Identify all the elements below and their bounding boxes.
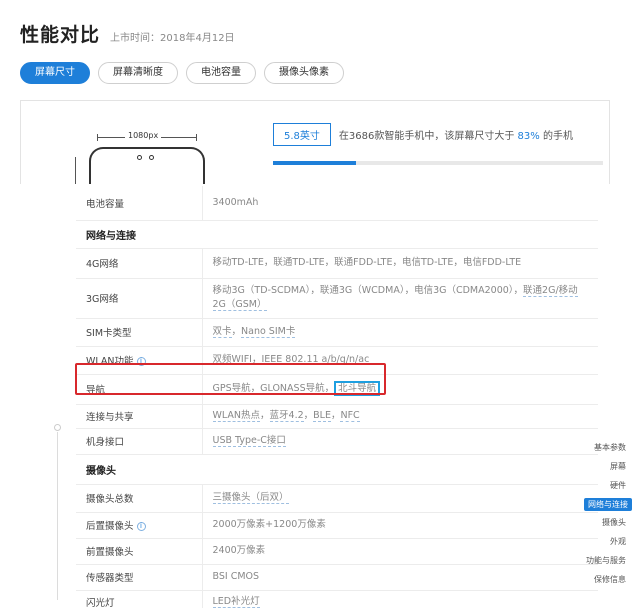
table-row: 机身接口 USB Type-C接口 [76, 428, 598, 455]
table-row: 4G网络 移动TD-LTE，联通TD-LTE，联通FDD-LTE，电信TD-LT… [76, 248, 598, 279]
spec-key: SIM卡类型 [76, 318, 202, 347]
nav-item-hardware[interactable]: 硬件 [610, 480, 626, 491]
spec-link[interactable]: GPS导航 [212, 383, 251, 395]
phone-outline-icon: 1080px [67, 123, 207, 184]
spec-link[interactable]: Nano SIM卡 [241, 326, 296, 338]
spec-value: USB Type-C接口 [201, 428, 598, 455]
spec-link[interactable]: 三摄像头（后双） [212, 492, 289, 504]
table-row: 摄像头总数 三摄像头（后双） [76, 484, 598, 513]
spec-link[interactable]: WLAN热点 [212, 410, 261, 422]
page-header: 性能对比 上市时间：2018年4月12日 [20, 20, 235, 47]
spec-key: 连接与共享 [76, 404, 202, 429]
tab-battery-capacity[interactable]: 电池容量 [186, 62, 256, 84]
spec-key: WLAN功能 i [76, 346, 202, 375]
spec-value: 三摄像头（后双） [201, 484, 598, 513]
camera-dot-icon [137, 155, 142, 160]
tab-screen-resolution[interactable]: 屏幕清晰度 [98, 62, 178, 84]
spec-table-area: 电池容量 3400mAh 网络与连接 4G网络 移动TD-LTE，联通TD-LT… [76, 186, 598, 608]
size-stat: 5.8英寸 在3686款智能手机中，该屏幕尺寸大于 83% 的手机 [273, 123, 573, 146]
size-stat-percent: 83% [517, 131, 540, 142]
size-rank-bar-fill [273, 161, 356, 165]
nav-item-appearance[interactable]: 外观 [610, 536, 626, 547]
nav-item-camera[interactable]: 摄像头 [602, 517, 626, 528]
table-row: 电池容量 3400mAh [76, 186, 598, 221]
section-camera: 摄像头 [76, 454, 598, 485]
spec-link[interactable]: USB Type-C接口 [212, 435, 286, 447]
tab-camera-pixels[interactable]: 摄像头像素 [264, 62, 344, 84]
section-network: 网络与连接 [76, 220, 598, 249]
nav-item-basic[interactable]: 基本参数 [594, 442, 626, 453]
spec-key: 4G网络 [76, 248, 202, 279]
spec-link[interactable]: BLE [313, 410, 331, 422]
spec-link[interactable]: NFC [340, 410, 360, 422]
info-icon[interactable]: i [136, 357, 146, 366]
spec-value: 移动3G（TD-SCDMA），联通3G（WCDMA），电信3G（CDMA2000… [201, 278, 598, 319]
size-stat-text: 在3686款智能手机中，该屏幕尺寸大于 83% 的手机 [338, 131, 573, 142]
section-row: 网络与连接 [76, 220, 598, 249]
table-row: 前置摄像头 2400万像素 [76, 538, 598, 565]
table-row: 传感器类型 BSI CMOS [76, 564, 598, 591]
spec-key: 后置摄像头 i [76, 512, 202, 539]
spec-value: 双卡，Nano SIM卡 [201, 318, 598, 347]
tab-screen-size[interactable]: 屏幕尺寸 [20, 62, 90, 84]
spec-link[interactable]: 联通2G/移动 [523, 285, 578, 297]
spec-link[interactable]: 双卡 [212, 326, 232, 338]
spec-key: 机身接口 [76, 428, 202, 455]
screen-size-panel: 1080px 5.8英寸 在3686款智能手机中，该屏幕尺寸大于 83% 的手机 [20, 100, 610, 184]
spec-value: 2400万像素 [201, 538, 598, 565]
spec-key: 摄像头总数 [76, 484, 202, 513]
spec-value: 3400mAh [201, 186, 598, 221]
table-row: WLAN功能 i 双频WIFI，IEEE 802.11 a/b/g/n/ac [76, 346, 598, 375]
spec-key: 导航 [76, 374, 202, 405]
screen-width-label: 1080px [125, 131, 162, 140]
table-row: 连接与共享 WLAN热点，蓝牙4.2，BLE，NFC [76, 404, 598, 429]
table-row: 导航 GPS导航，GLONASS导航， 北斗导航 [76, 374, 598, 405]
spec-value: 2000万像素+1200万像素 [201, 512, 598, 539]
spec-value: 移动TD-LTE，联通TD-LTE，联通FDD-LTE，电信TD-LTE，电信F… [201, 248, 598, 279]
beidou-highlight: 北斗导航 [334, 381, 381, 396]
spec-value: 双频WIFI，IEEE 802.11 a/b/g/n/ac [201, 346, 598, 375]
info-icon[interactable]: i [136, 522, 146, 531]
spec-value: BSI CMOS [201, 564, 598, 591]
spec-value: LED补光灯 [201, 590, 598, 608]
spec-key: 闪光灯 [76, 590, 202, 608]
spec-link[interactable]: 北斗导航 [338, 383, 377, 395]
spec-value: WLAN热点，蓝牙4.2，BLE，NFC [201, 404, 598, 429]
table-row: SIM卡类型 双卡，Nano SIM卡 [76, 318, 598, 347]
section-row: 摄像头 [76, 454, 598, 485]
spec-table: 电池容量 3400mAh 网络与连接 4G网络 移动TD-LTE，联通TD-LT… [76, 186, 598, 608]
nav-item-screen[interactable]: 屏幕 [610, 461, 626, 472]
table-row: 后置摄像头 i 2000万像素+1200万像素 [76, 512, 598, 539]
spec-key: 电池容量 [76, 186, 202, 221]
nav-top-dot-icon [54, 424, 61, 431]
release-date: 上市时间：2018年4月12日 [110, 33, 235, 44]
nav-item-warranty[interactable]: 保修信息 [594, 574, 626, 585]
comparison-tabs: 屏幕尺寸 屏幕清晰度 电池容量 摄像头像素 [20, 62, 344, 84]
spec-key: 3G网络 [76, 278, 202, 319]
spec-key: 传感器类型 [76, 564, 202, 591]
spec-link[interactable]: 蓝牙4.2 [269, 410, 304, 422]
spec-key: 前置摄像头 [76, 538, 202, 565]
table-row: 闪光灯 LED补光灯 [76, 590, 598, 608]
size-rank-bar [273, 161, 603, 165]
spec-link[interactable]: LED补光灯 [212, 596, 260, 608]
screen-size-badge: 5.8英寸 [273, 123, 331, 146]
spec-link[interactable]: GLONASS导航 [260, 383, 325, 395]
camera-dot-icon [149, 155, 154, 160]
page-title: 性能对比 [20, 24, 101, 46]
table-row: 3G网络 移动3G（TD-SCDMA），联通3G（WCDMA），电信3G（CDM… [76, 278, 598, 319]
spec-value: GPS导航，GLONASS导航， 北斗导航 [201, 374, 598, 405]
spec-link[interactable]: 2G（GSM） [212, 299, 267, 311]
